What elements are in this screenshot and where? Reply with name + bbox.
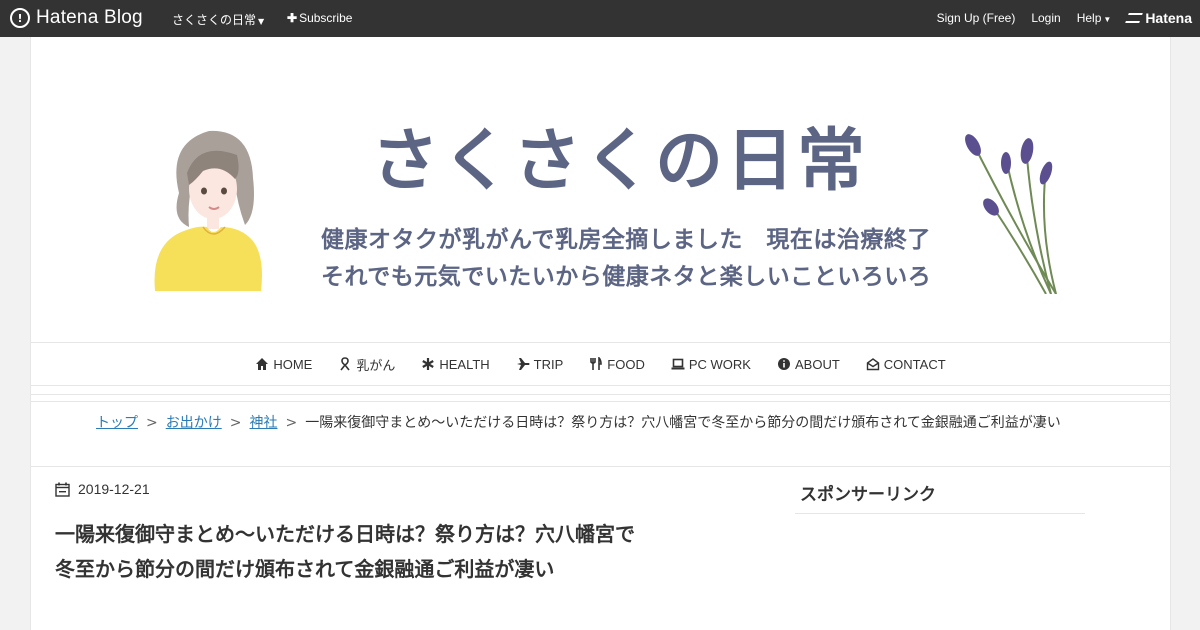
hatena-blog-logo[interactable]: ! Hatena Blog (10, 7, 143, 29)
lavender-illustration (965, 134, 1057, 294)
logo-text: Hatena Blog (36, 7, 143, 28)
topbar-right: Sign Up (Free) Login Help ▼ Hatena (921, 10, 1192, 26)
divider (31, 394, 1170, 395)
nav-breast-cancer-label: 乳がん (356, 357, 396, 373)
breadcrumb: トップ > お出かけ > 神社 > 一陽来復御守まとめ～いただける日時は？祭り方は？穴八幡宮… (31, 401, 1170, 467)
breadcrumb-shrine[interactable]: 神社 (249, 415, 277, 431)
plane-icon (516, 357, 530, 371)
caret-down-icon: ▼ (1103, 15, 1112, 24)
asterisk-icon (421, 357, 435, 371)
header-banner[interactable]: さくさくの日常 健康オタクが乳がんで乳房全摘しました 現在は治療終了 それでも元… (31, 37, 1170, 342)
nav-food-label: FOOD (607, 356, 645, 372)
calendar-icon (55, 482, 70, 497)
subscribe-label: Subscribe (299, 11, 353, 25)
article-title[interactable]: 一陽来復御守まとめ～いただける日時は？祭り方は？穴八幡宮で 冬至から節分の間だけ… (55, 517, 705, 587)
blog-name-label: さくさくの日常 (172, 13, 257, 27)
cutlery-icon (589, 357, 603, 371)
sponsor-link-heading: スポンサーリンク (795, 478, 1085, 514)
blog-name-dropdown[interactable]: さくさくの日常 ▼ (172, 11, 264, 28)
breadcrumb-separator: > (146, 415, 158, 431)
laptop-icon (671, 357, 685, 371)
help-label: Help (1076, 11, 1102, 25)
blog-subtitle-line1: 健康オタクが乳がんで乳房全摘しました 現在は治療終了 (321, 227, 931, 253)
nav-contact[interactable]: CONTACT (866, 357, 946, 372)
nav-pc-work[interactable]: PC WORK (671, 357, 751, 372)
login-link[interactable]: Login (1031, 11, 1060, 25)
sidebar: スポンサーリンク (795, 478, 1085, 514)
plus-icon: ✚ (287, 11, 298, 25)
caret-down-icon: ▼ (258, 17, 265, 26)
nav-trip[interactable]: TRIP (516, 356, 564, 372)
hatena-blog-icon: ! (10, 8, 30, 28)
nav-home[interactable]: HOME (255, 357, 312, 372)
nav-health-label: HEALTH (439, 356, 490, 372)
article-title-line2: 冬至から節分の間だけ頒布されて金銀融通ご利益が凄い (55, 557, 555, 581)
global-nav: HOME 乳がん HEALTH TRIP FOOD PC WORK ABOUT (31, 342, 1170, 386)
blog-title[interactable]: さくさくの日常 (371, 105, 868, 204)
nav-trip-label: TRIP (533, 356, 564, 372)
breadcrumb-current: 一陽来復御守まとめ～いただける日時は？祭り方は？穴八幡宮で冬至から節分の間だけ頒… (305, 415, 1061, 431)
help-dropdown[interactable]: Help ▼ (1077, 11, 1112, 25)
signup-link[interactable]: Sign Up (Free) (937, 11, 1016, 25)
breadcrumb-separator: > (229, 415, 242, 431)
breadcrumb-separator: > (285, 415, 298, 431)
breadcrumb-outing[interactable]: お出かけ (166, 415, 222, 431)
nav-breast-cancer[interactable]: 乳がん (338, 355, 395, 374)
nav-food[interactable]: FOOD (589, 357, 645, 372)
blog-subtitle-line2: それでも元気でいたいから健康ネタと楽しいこといろいろ (321, 264, 932, 290)
article-date-text[interactable]: 2019-12-21 (78, 481, 150, 497)
hatena-brand-label: Hatena (1145, 10, 1192, 26)
home-icon (255, 357, 269, 371)
hatena-brand-link[interactable]: Hatena (1125, 10, 1192, 26)
envelope-open-icon (866, 357, 880, 371)
nav-health[interactable]: HEALTH (421, 356, 490, 372)
nav-pc-work-label: PC WORK (688, 356, 751, 372)
subscribe-button[interactable]: ✚ Subscribe (287, 11, 352, 25)
hatena-topbar: ! Hatena Blog さくさくの日常 ▼ ✚ Subscribe Sign U… (0, 0, 1200, 37)
nav-home-label: HOME (273, 356, 313, 372)
ribbon-icon (338, 357, 352, 371)
article-title-line1: 一陽来復御守まとめ～いただける日時は？祭り方は？穴八幡宮で (55, 522, 635, 546)
info-icon (777, 357, 791, 371)
article-date: 2019-12-21 (55, 481, 150, 497)
breadcrumb-top[interactable]: トップ (96, 415, 138, 431)
nav-about[interactable]: ABOUT (777, 357, 840, 372)
hatena-mark-icon (1125, 13, 1144, 23)
nav-contact-label: CONTACT (883, 356, 946, 372)
girl-illustration (154, 130, 262, 291)
nav-about-label: ABOUT (794, 356, 840, 372)
